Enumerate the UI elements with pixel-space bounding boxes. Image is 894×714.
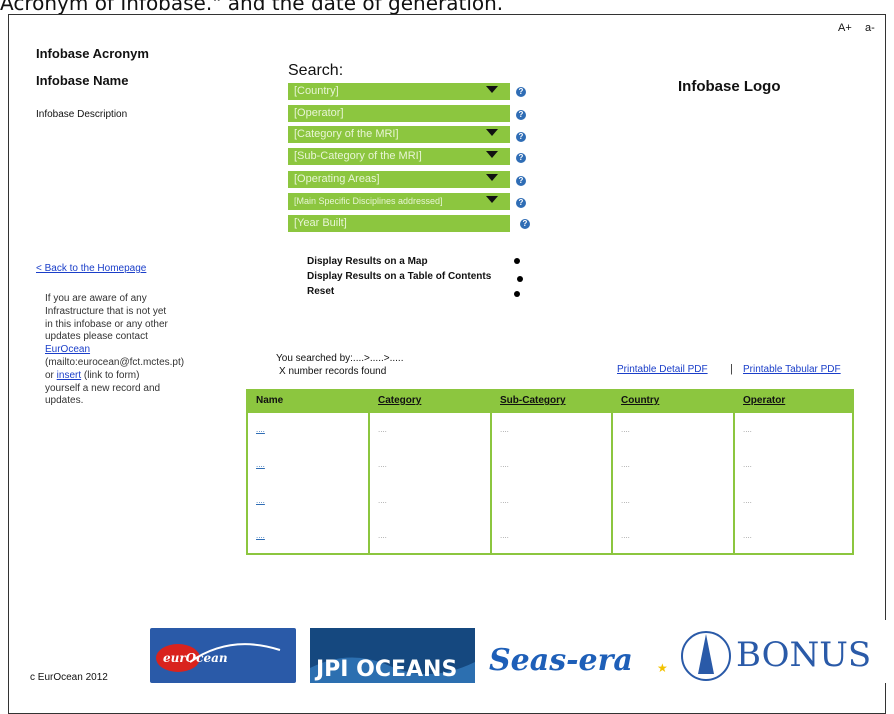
eurocean-logo: eurOcean bbox=[150, 628, 296, 683]
help-icon[interactable]: ? bbox=[516, 198, 526, 208]
table-cell-name[interactable]: .... bbox=[256, 496, 265, 505]
table-cell: .... bbox=[743, 460, 752, 469]
table-cell: .... bbox=[378, 460, 387, 469]
table-cell: .... bbox=[743, 496, 752, 505]
table-cell: .... bbox=[500, 496, 509, 505]
help-icon[interactable]: ? bbox=[516, 153, 526, 163]
radio-dot[interactable] bbox=[517, 276, 523, 282]
category-select-label: [Category of the MRI] bbox=[294, 128, 399, 140]
year-built-select[interactable]: [Year Built] bbox=[288, 215, 510, 232]
table-cell: .... bbox=[743, 425, 752, 434]
table-cell: .... bbox=[378, 496, 387, 505]
jpi-oceans-logo: JPI OCEANS bbox=[310, 628, 475, 683]
disciplines-select-label: [Main Specific Disciplines addressed] bbox=[294, 196, 443, 206]
country-select-label: [Country] bbox=[294, 85, 339, 97]
table-cell: .... bbox=[500, 425, 509, 434]
column-divider bbox=[368, 391, 370, 553]
bonus-logo: BONUS bbox=[676, 620, 891, 683]
link-separator: | bbox=[730, 363, 733, 375]
svg-text:★: ★ bbox=[657, 661, 668, 675]
search-summary: You searched by:....>.....>..... X number… bbox=[276, 352, 404, 378]
country-select[interactable]: [Country] bbox=[288, 83, 510, 100]
top-caption: Acronym of Infobase." and the date of ge… bbox=[0, 0, 504, 15]
table-cell: .... bbox=[621, 425, 630, 434]
chevron-down-icon bbox=[486, 196, 498, 203]
table-cell: .... bbox=[500, 460, 509, 469]
operating-areas-select-label: [Operating Areas] bbox=[294, 173, 380, 185]
column-divider bbox=[733, 391, 735, 553]
seas-era-logo: Seas-era ★ bbox=[485, 628, 670, 683]
subcategory-select-label: [Sub-Category of the MRI] bbox=[294, 150, 422, 162]
column-header-category[interactable]: Category bbox=[378, 395, 421, 406]
table-cell: .... bbox=[500, 531, 509, 540]
table-cell-name[interactable]: .... bbox=[256, 531, 265, 540]
year-built-select-label: [Year Built] bbox=[294, 217, 347, 229]
operator-select-label: [Operator] bbox=[294, 107, 344, 119]
table-cell-name[interactable]: .... bbox=[256, 460, 265, 469]
sidebar-note: If you are aware of any Infrastructure t… bbox=[45, 293, 184, 408]
disciplines-select[interactable]: [Main Specific Disciplines addressed] bbox=[288, 193, 510, 210]
searched-by-text: You searched by:....>.....>..... bbox=[276, 353, 404, 364]
logo-wordmark: JPI OCEANS bbox=[314, 657, 457, 682]
category-select[interactable]: [Category of the MRI] bbox=[288, 126, 510, 143]
subcategory-select[interactable]: [Sub-Category of the MRI] bbox=[288, 148, 510, 165]
search-label: Search: bbox=[288, 62, 344, 79]
table-cell: .... bbox=[378, 425, 387, 434]
column-header-country[interactable]: Country bbox=[621, 395, 659, 406]
radio-dot[interactable] bbox=[514, 258, 520, 264]
chevron-down-icon bbox=[486, 174, 498, 181]
display-table-option[interactable]: Display Results on a Table of Contents bbox=[307, 271, 491, 282]
font-decrease-button[interactable]: a- bbox=[865, 22, 875, 34]
chevron-down-icon bbox=[486, 129, 498, 136]
printable-detail-pdf-link[interactable]: Printable Detail PDF bbox=[617, 364, 708, 375]
infobase-logo: Infobase Logo bbox=[678, 78, 781, 95]
table-cell-name[interactable]: .... bbox=[256, 425, 265, 434]
operating-areas-select[interactable]: [Operating Areas] bbox=[288, 171, 510, 188]
column-header-operator[interactable]: Operator bbox=[743, 395, 785, 406]
table-cell: .... bbox=[378, 531, 387, 540]
infobase-acronym: Infobase Acronym bbox=[36, 46, 149, 61]
infobase-name: Infobase Name bbox=[36, 73, 129, 88]
copyright: c EurOcean 2012 bbox=[30, 672, 108, 683]
eurocean-link[interactable]: EurOcean bbox=[45, 344, 90, 355]
help-icon[interactable]: ? bbox=[516, 87, 526, 97]
chevron-down-icon bbox=[486, 151, 498, 158]
column-divider bbox=[611, 391, 613, 553]
table-cell: .... bbox=[621, 531, 630, 540]
table-cell: .... bbox=[621, 496, 630, 505]
logo-wordmark: Seas-era bbox=[489, 643, 633, 678]
help-icon[interactable]: ? bbox=[516, 110, 526, 120]
infobase-description: Infobase Description bbox=[36, 109, 128, 120]
help-icon[interactable]: ? bbox=[520, 219, 530, 229]
help-icon[interactable]: ? bbox=[516, 176, 526, 186]
logo-wordmark: eurOcean bbox=[163, 651, 228, 665]
reset-option[interactable]: Reset bbox=[307, 286, 334, 297]
chevron-down-icon bbox=[486, 86, 498, 93]
column-header-name[interactable]: Name bbox=[256, 395, 283, 406]
table-cell: .... bbox=[743, 531, 752, 540]
column-divider bbox=[490, 391, 492, 553]
printable-tabular-pdf-link[interactable]: Printable Tabular PDF bbox=[743, 364, 841, 375]
records-found-text: X number records found bbox=[279, 366, 387, 377]
column-header-subcategory[interactable]: Sub-Category bbox=[500, 395, 566, 406]
operator-select[interactable]: [Operator] bbox=[288, 105, 510, 122]
table-cell: .... bbox=[621, 460, 630, 469]
radio-dot[interactable] bbox=[514, 291, 520, 297]
logo-wordmark: BONUS bbox=[736, 635, 871, 675]
help-icon[interactable]: ? bbox=[516, 132, 526, 142]
font-increase-button[interactable]: A+ bbox=[838, 22, 852, 34]
results-table: Name Category Sub-Category Country Opera… bbox=[246, 389, 854, 555]
back-to-homepage-link[interactable]: < Back to the Homepage bbox=[36, 263, 146, 274]
insert-link[interactable]: insert bbox=[57, 370, 81, 381]
display-map-option[interactable]: Display Results on a Map bbox=[307, 256, 428, 267]
note-text: If you are aware of any Infrastructure t… bbox=[45, 293, 168, 343]
